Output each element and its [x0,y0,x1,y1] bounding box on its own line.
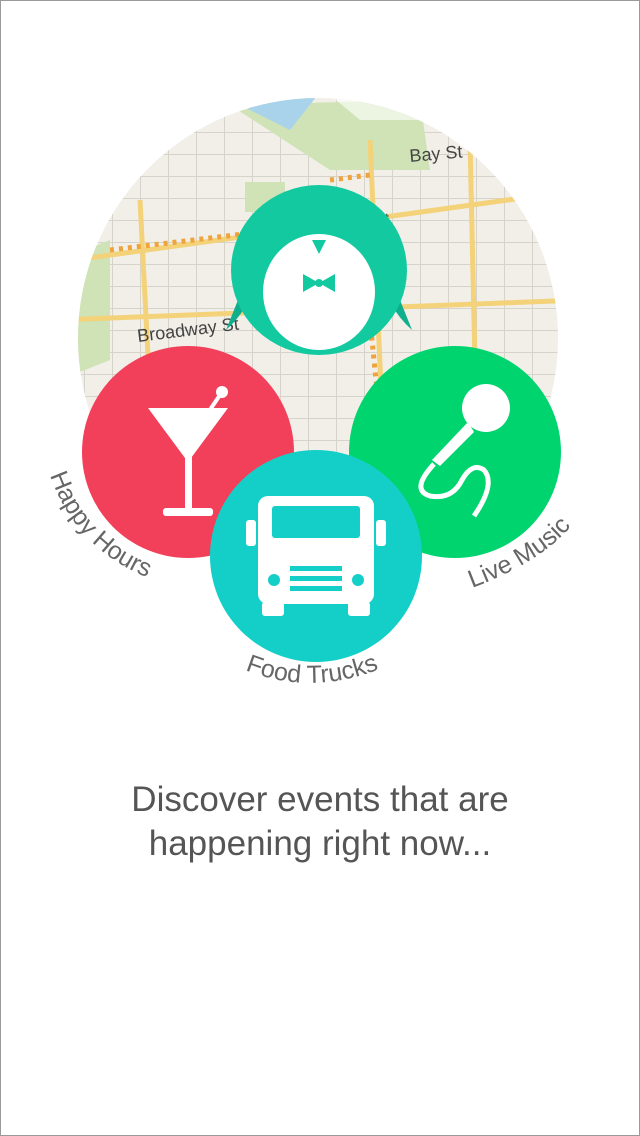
hero-illustration: Broadway St Bay St St [0,0,640,720]
tagline-line-2: happening right now... [148,824,492,863]
category-food-trucks-button[interactable] [210,450,422,662]
food-truck-icon [246,496,386,616]
tagline-line-1: Discover events that are [131,780,509,819]
onboarding-tagline: Discover events that are happening right… [40,778,600,866]
